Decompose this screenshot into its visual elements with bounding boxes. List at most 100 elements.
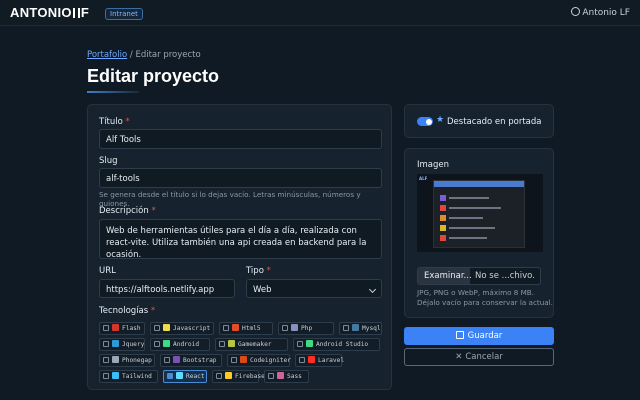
tech-option-android-studio[interactable]: Android Studio — [293, 338, 380, 351]
tech-option-html5[interactable]: Html5 — [219, 322, 273, 335]
tech-label: Tailwind — [122, 373, 152, 380]
tech-label: Android Studio — [316, 341, 369, 348]
breadcrumb-current: Editar proyecto — [135, 50, 201, 60]
chevron-down-icon — [368, 285, 377, 294]
descripcion-label: Descripción * — [99, 206, 156, 216]
tech-option-phonegap[interactable]: Phonegap — [99, 354, 155, 367]
featured-toggle[interactable] — [417, 117, 433, 126]
checkbox-checked-icon[interactable] — [167, 373, 173, 379]
file-input[interactable]: Examinar... No se ...chivo. — [417, 267, 541, 285]
site-logo[interactable]: ANTONIO F — [10, 5, 89, 20]
file-status: No se ...chivo. — [475, 271, 535, 281]
checkbox-icon[interactable] — [268, 373, 274, 379]
imagen-label: Imagen — [417, 160, 450, 170]
tech-option-sass[interactable]: Sass — [264, 370, 309, 383]
logo-text-end: F — [80, 5, 90, 20]
checkbox-icon[interactable] — [297, 341, 303, 347]
save-button[interactable]: Guardar — [404, 327, 554, 345]
tech-label: Jquery — [122, 341, 145, 348]
tech-option-bootstrap[interactable]: Bootstrap — [160, 354, 222, 367]
tecnologias-label: Tecnologías * — [99, 306, 156, 316]
close-icon: ✕ — [455, 352, 463, 362]
laravel-icon — [308, 356, 315, 363]
descripcion-textarea[interactable]: Web de herramientas útiles para el día a… — [99, 219, 382, 259]
page-title: Editar proyecto — [87, 66, 220, 86]
gamemaker-icon — [228, 340, 235, 347]
project-form-card: Título * Alf Tools Slug alf-tools Se gen… — [87, 104, 392, 390]
tech-label: Mysql — [362, 325, 381, 332]
checkbox-icon[interactable] — [154, 341, 160, 347]
image-preview: ALF — [417, 174, 543, 252]
bootstrap-icon — [173, 356, 180, 363]
checkbox-icon[interactable] — [223, 325, 229, 331]
checkbox-icon[interactable] — [103, 373, 109, 379]
codeigniter-icon — [240, 356, 247, 363]
tech-label: React — [186, 373, 205, 380]
tech-option-jquery[interactable]: Jquery — [99, 338, 145, 351]
browse-button[interactable]: Examinar... — [418, 268, 472, 284]
tech-option-php[interactable]: Php — [278, 322, 334, 335]
tech-option-javascript[interactable]: Javascript — [150, 322, 214, 335]
preview-logo: ALF — [419, 176, 428, 181]
tech-label: Bootstrap — [183, 357, 217, 364]
phonegap-icon — [112, 356, 119, 363]
tech-option-mysql[interactable]: Mysql — [339, 322, 382, 335]
tipo-label: Tipo * — [246, 266, 271, 276]
tech-option-laravel[interactable]: Laravel — [295, 354, 345, 367]
tech-label: Gamemaker — [238, 341, 272, 348]
featured-card: ★ Destacado en portada — [404, 104, 554, 138]
tech-option-gamemaker[interactable]: Gamemaker — [215, 338, 288, 351]
save-icon — [455, 331, 464, 339]
checkbox-icon[interactable] — [231, 357, 237, 363]
checkbox-icon[interactable] — [282, 325, 288, 331]
top-bar: ANTONIO F Intranet Antonio LF — [0, 0, 640, 26]
image-help: JPG, PNG o WebP, máximo 8 MB. Déjalo vac… — [417, 288, 553, 307]
logo-mark-icon — [72, 8, 80, 18]
checkbox-icon[interactable] — [216, 373, 222, 379]
url-input[interactable]: https://alftools.netlify.app — [99, 279, 235, 298]
breadcrumb-separator: / — [129, 50, 133, 60]
logo-text: ANTONIO — [10, 5, 72, 20]
breadcrumb: Portafolio / Editar proyecto — [87, 50, 201, 60]
tech-label: Firebase — [235, 373, 265, 380]
firebase-icon — [225, 372, 232, 379]
checkbox-icon[interactable] — [103, 325, 109, 331]
featured-label: Destacado en portada — [447, 117, 542, 127]
android-studio-icon — [306, 340, 313, 347]
checkbox-icon[interactable] — [299, 357, 305, 363]
tech-option-android[interactable]: Android — [150, 338, 210, 351]
tech-label: Javascript — [173, 325, 211, 332]
tech-label: Flash — [122, 325, 141, 332]
user-menu[interactable]: Antonio LF — [571, 7, 630, 18]
sass-icon — [277, 372, 284, 379]
tech-option-flash[interactable]: Flash — [99, 322, 145, 335]
cancel-button[interactable]: ✕ Cancelar — [404, 348, 554, 366]
tailwind-icon — [112, 372, 119, 379]
tech-label: Phonegap — [122, 357, 152, 364]
tech-label: Php — [301, 325, 313, 332]
checkbox-icon[interactable] — [103, 357, 109, 363]
checkbox-icon[interactable] — [219, 341, 225, 347]
javascript-icon — [163, 324, 170, 331]
checkbox-icon[interactable] — [154, 325, 160, 331]
html5-icon — [232, 324, 239, 331]
tech-option-tailwind[interactable]: Tailwind — [99, 370, 158, 383]
tipo-select-value: Web — [253, 285, 272, 295]
tech-label: Sass — [287, 373, 302, 380]
android-icon — [163, 340, 170, 347]
tech-option-react[interactable]: React — [163, 370, 207, 383]
slug-input[interactable]: alf-tools — [99, 168, 382, 188]
titulo-input[interactable]: Alf Tools — [99, 129, 382, 149]
slug-label: Slug — [99, 156, 118, 166]
tech-label: Android — [173, 341, 200, 348]
checkbox-icon[interactable] — [343, 325, 349, 331]
react-icon — [176, 372, 183, 379]
checkbox-icon[interactable] — [103, 341, 109, 347]
tipo-select[interactable]: Web — [246, 279, 382, 298]
tech-option-firebase[interactable]: Firebase — [212, 370, 265, 383]
tech-label: Laravel — [318, 357, 345, 364]
checkbox-icon[interactable] — [164, 357, 170, 363]
tech-option-codeigniter[interactable]: Codeigniter — [227, 354, 291, 367]
jquery-icon — [112, 340, 119, 347]
breadcrumb-link-portafolio[interactable]: Portafolio — [87, 50, 127, 60]
